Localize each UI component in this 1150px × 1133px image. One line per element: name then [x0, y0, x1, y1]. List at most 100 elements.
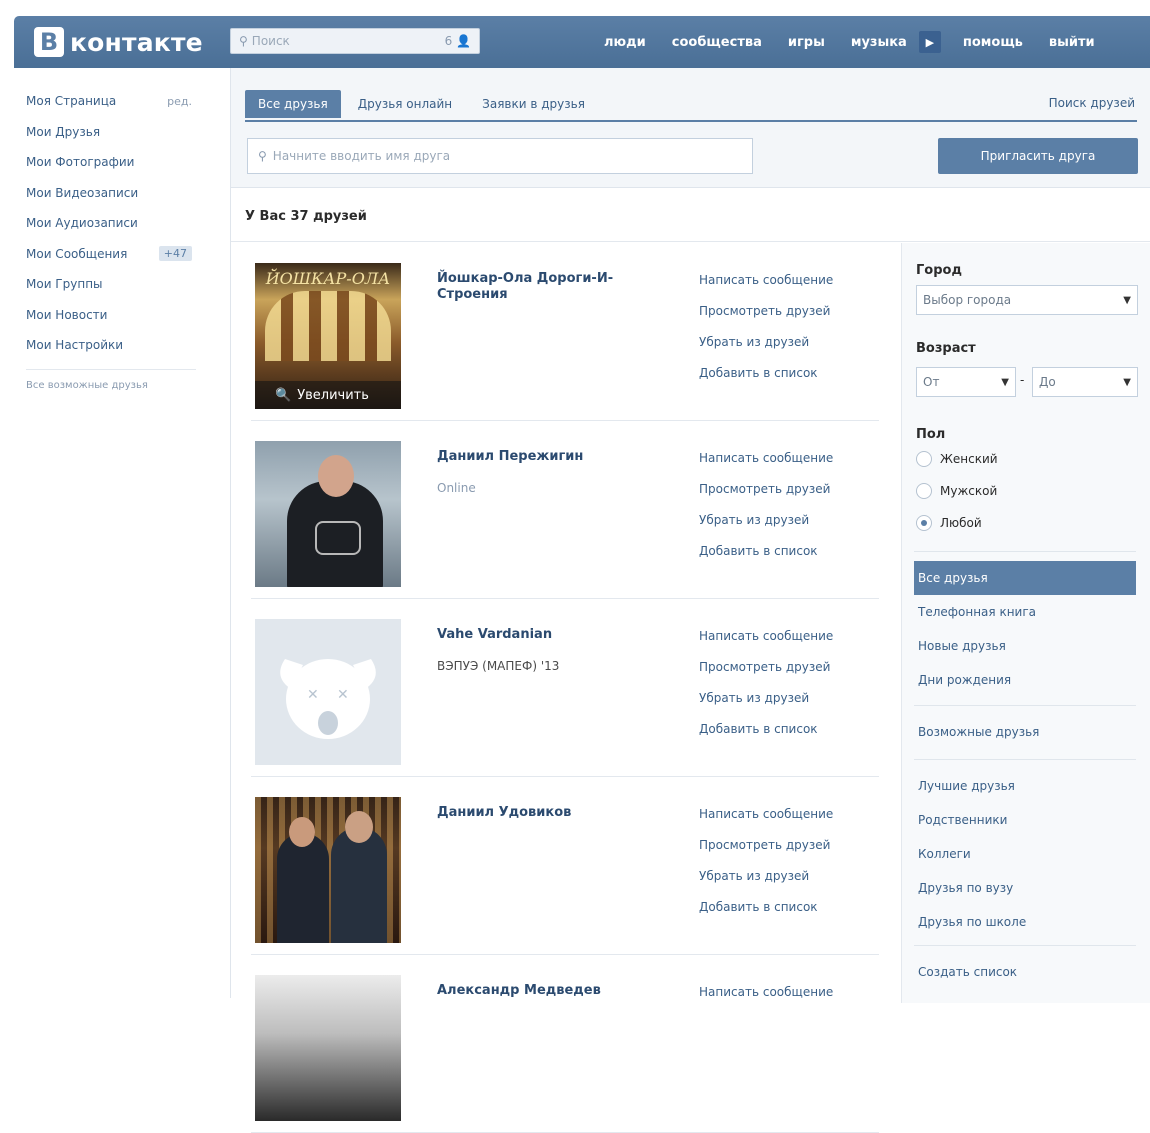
nav-people[interactable]: люди: [604, 35, 646, 50]
find-friends-link[interactable]: Поиск друзей: [1049, 96, 1135, 110]
possible-friends-link[interactable]: Все возможные друзья: [26, 380, 222, 391]
filter-birthdays[interactable]: Дни рождения: [914, 663, 1136, 697]
action-add-to-list[interactable]: Добавить в список: [699, 722, 833, 753]
friend-actions: Написать сообщение Просмотреть друзей Уб…: [699, 273, 833, 397]
nav-communities[interactable]: сообщества: [672, 35, 762, 50]
friend-status: Online: [437, 481, 476, 495]
friend-photo[interactable]: [255, 975, 401, 1121]
tab-friends-online[interactable]: Друзья онлайн: [345, 90, 465, 118]
friend-photo[interactable]: [255, 441, 401, 587]
friend-row: Даниил Удовиков Написать сообщение Просм…: [251, 777, 879, 955]
action-add-to-list[interactable]: Добавить в список: [699, 366, 833, 397]
friend-name[interactable]: Александр Медведев: [437, 983, 657, 999]
filter-phone-book[interactable]: Телефонная книга: [914, 595, 1136, 629]
action-write-message[interactable]: Написать сообщение: [699, 629, 833, 660]
filter-relatives[interactable]: Родственники: [914, 803, 1136, 837]
radio-female[interactable]: Женский: [916, 451, 998, 467]
friend-name[interactable]: Даниил Удовиков: [437, 805, 657, 821]
search-input[interactable]: ⚲ Поиск 6 👤: [230, 28, 480, 54]
friends-count: У Вас 37 друзей: [231, 192, 1150, 242]
left-menu-item-groups[interactable]: Мои Группы: [26, 269, 222, 300]
friend-row: ЙОШКАР-ОЛА 🔍 Увеличить Йошкар-Ола Дороги…: [251, 243, 879, 421]
action-remove-friend[interactable]: Убрать из друзей: [699, 335, 833, 366]
nav-logout[interactable]: выйти: [1049, 35, 1095, 50]
nav-games[interactable]: игры: [788, 35, 825, 50]
action-write-message[interactable]: Написать сообщение: [699, 807, 833, 838]
logo[interactable]: В контакте: [34, 24, 203, 60]
action-view-friends[interactable]: Просмотреть друзей: [699, 482, 833, 513]
friend-photo-placeholder[interactable]: ✕ ✕: [255, 619, 401, 765]
tabs: Все друзья Друзья онлайн Заявки в друзья: [245, 88, 602, 120]
action-view-friends[interactable]: Просмотреть друзей: [699, 304, 833, 335]
left-menu-item-audios[interactable]: Мои Аудиозаписи: [26, 208, 222, 239]
left-menu-item-my-page[interactable]: Моя Страница ред.: [26, 86, 222, 117]
tab-all-friends[interactable]: Все друзья: [245, 90, 341, 118]
chevron-down-icon: ▼: [1123, 294, 1131, 306]
search-icon: ⚲: [239, 34, 248, 48]
city-select[interactable]: Выбор города ▼: [916, 285, 1138, 315]
action-remove-friend[interactable]: Убрать из друзей: [699, 691, 833, 722]
action-write-message[interactable]: Написать сообщение: [699, 273, 833, 304]
left-menu-item-friends[interactable]: Мои Друзья: [26, 117, 222, 148]
photo-arches: [265, 291, 391, 361]
left-menu-item-videos[interactable]: Мои Видеозаписи: [26, 178, 222, 209]
action-write-message[interactable]: Написать сообщение: [699, 451, 833, 482]
edit-link[interactable]: ред.: [167, 95, 192, 108]
friend-row: Александр Медведев Написать сообщение: [251, 955, 879, 1133]
friend-university[interactable]: ВЭПУЭ (МАПЕФ) '13: [437, 659, 559, 673]
filter-school-friends[interactable]: Друзья по школе: [914, 905, 1136, 939]
age-from-select[interactable]: От ▼: [916, 367, 1016, 397]
friend-name[interactable]: Йошкар-Ола Дороги-И-Строения: [437, 271, 657, 303]
create-list-link[interactable]: Создать список: [914, 955, 1136, 989]
filter-university-friends[interactable]: Друзья по вузу: [914, 871, 1136, 905]
filter-possible-friends[interactable]: Возможные друзья: [914, 715, 1136, 749]
action-remove-friend[interactable]: Убрать из друзей: [699, 513, 833, 544]
photo-print: [315, 521, 361, 555]
main-content: Все друзья Друзья онлайн Заявки в друзья…: [230, 68, 1150, 1133]
nav-music[interactable]: музыка: [851, 35, 907, 50]
friend-actions: Написать сообщение Просмотреть друзей Уб…: [699, 807, 833, 931]
filters-divider: [914, 945, 1136, 946]
action-write-message[interactable]: Написать сообщение: [699, 985, 833, 1016]
tab-friend-requests[interactable]: Заявки в друзья: [469, 90, 598, 118]
action-view-friends[interactable]: Просмотреть друзей: [699, 660, 833, 691]
search-count: 6 👤: [444, 34, 471, 48]
filter-all-friends[interactable]: Все друзья: [914, 561, 1136, 595]
radio-any[interactable]: Любой: [916, 515, 982, 531]
filter-best-friends[interactable]: Лучшие друзья: [914, 769, 1136, 803]
left-menu-item-news[interactable]: Мои Новости: [26, 300, 222, 331]
left-menu-item-photos[interactable]: Мои Фотографии: [26, 147, 222, 178]
photo-face: [318, 455, 354, 497]
invite-friend-button[interactable]: Пригласить друга: [938, 138, 1138, 174]
tabs-bar: Все друзья Друзья онлайн Заявки в друзья…: [231, 68, 1150, 188]
zoom-icon: 🔍: [275, 387, 292, 403]
friend-photo[interactable]: ЙОШКАР-ОЛА 🔍 Увеличить: [255, 263, 401, 409]
search-icon: ⚲: [258, 149, 267, 163]
friend-row: ✕ ✕ Vahe Vardanian ВЭПУЭ (МАПЕФ) '13 Нап…: [251, 599, 879, 777]
friend-photo[interactable]: [255, 797, 401, 943]
filter-new-friends[interactable]: Новые друзья: [914, 629, 1136, 663]
filters-divider: [914, 551, 1136, 552]
nav-help[interactable]: помощь: [963, 35, 1023, 50]
filters-divider: [914, 759, 1136, 760]
messages-badge: +47: [158, 246, 192, 262]
friend-actions: Написать сообщение Просмотреть друзей Уб…: [699, 629, 833, 753]
photo-face: [345, 811, 373, 843]
age-dash: -: [1020, 373, 1025, 387]
age-to-select[interactable]: До ▼: [1032, 367, 1138, 397]
action-add-to-list[interactable]: Добавить в список: [699, 900, 833, 931]
left-menu-item-messages[interactable]: Мои Сообщения +47: [26, 239, 222, 270]
action-view-friends[interactable]: Просмотреть друзей: [699, 838, 833, 869]
friend-name[interactable]: Даниил Пережигин: [437, 449, 657, 465]
action-add-to-list[interactable]: Добавить в список: [699, 544, 833, 575]
friend-name[interactable]: Vahe Vardanian: [437, 627, 657, 643]
play-icon[interactable]: ▶: [918, 31, 941, 53]
filter-colleagues[interactable]: Коллеги: [914, 837, 1136, 871]
radio-circle: [916, 451, 932, 467]
photo-zoom-overlay[interactable]: 🔍 Увеличить: [255, 381, 401, 409]
friend-search-input[interactable]: ⚲ Начните вводить имя друга: [247, 138, 753, 174]
age-label: Возраст: [916, 341, 976, 356]
left-menu-item-settings[interactable]: Мои Настройки: [26, 330, 222, 361]
radio-male[interactable]: Мужской: [916, 483, 997, 499]
action-remove-friend[interactable]: Убрать из друзей: [699, 869, 833, 900]
